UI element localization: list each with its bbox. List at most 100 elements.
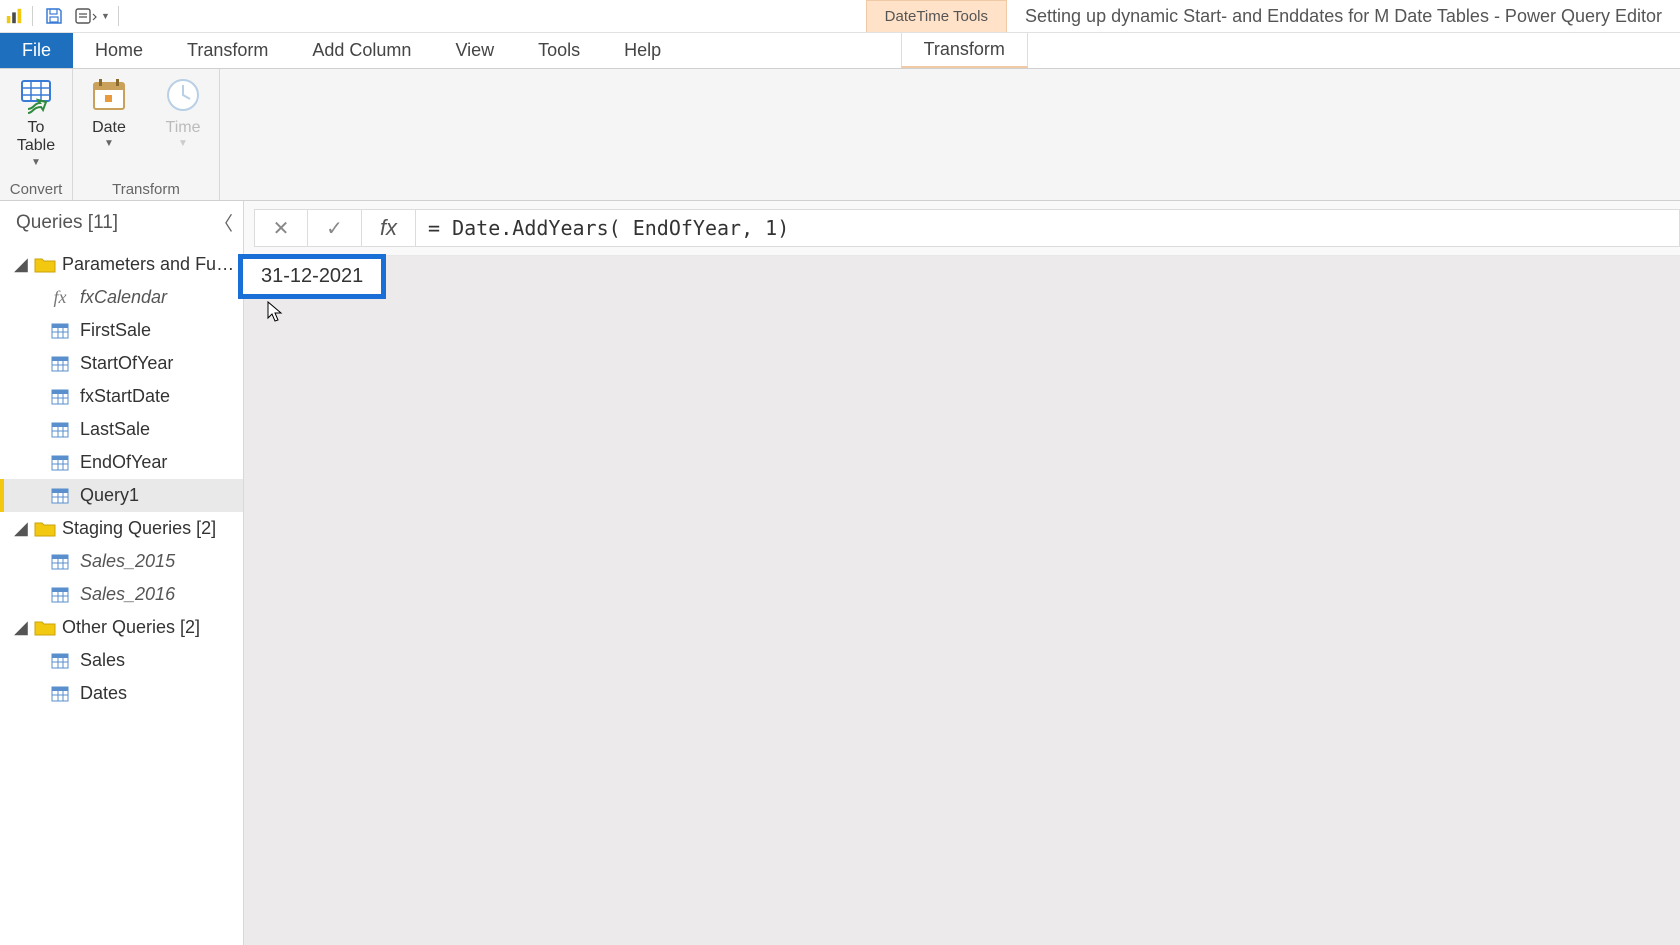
app-icon [4, 6, 24, 26]
chevron-down-icon: ▼ [104, 141, 114, 146]
tab-help[interactable]: Help [602, 33, 683, 68]
tab-file[interactable]: File [0, 33, 73, 68]
table-icon [50, 454, 70, 472]
query-item-sales2016[interactable]: Sales_2016 [0, 578, 243, 611]
to-table-icon [16, 75, 56, 115]
qat-separator [32, 6, 33, 26]
tab-add-column[interactable]: Add Column [290, 33, 433, 68]
folder-parameters[interactable]: ◢ Parameters and Fu… [0, 248, 243, 281]
folder-staging[interactable]: ◢ Staging Queries [2] [0, 512, 243, 545]
query-label: Dates [80, 683, 127, 704]
table-icon [50, 652, 70, 670]
qat-separator-2 [118, 6, 119, 26]
query-item-sales[interactable]: Sales [0, 644, 243, 677]
mouse-cursor-icon [266, 300, 286, 330]
query-item-dates[interactable]: Dates [0, 677, 243, 710]
query-item-endofyear[interactable]: EndOfYear [0, 446, 243, 479]
folder-label: Parameters and Fu… [62, 254, 234, 275]
main-area: Queries [11] 〈 ◢ Parameters and Fu… fx f… [0, 201, 1680, 945]
function-icon: fx [50, 289, 70, 307]
title-bar: ▼ DateTime Tools Setting up dynamic Star… [0, 0, 1680, 33]
date-button[interactable]: Date ▼ [81, 73, 137, 148]
ribbon-tabs: File Home Transform Add Column View Tool… [0, 33, 1680, 69]
time-button[interactable]: Time ▼ [155, 73, 211, 148]
tab-tools[interactable]: Tools [516, 33, 602, 68]
table-icon [50, 322, 70, 340]
fx-icon: fx [380, 215, 397, 241]
query-label: Sales [80, 650, 125, 671]
to-table-button[interactable]: To Table ▼ [8, 73, 64, 167]
formula-bar: ✕ ✓ fx = Date.AddYears( EndOfYear, 1) [244, 201, 1680, 256]
queries-title: Queries [11] [16, 212, 118, 234]
check-icon: ✓ [326, 216, 343, 241]
tab-home[interactable]: Home [73, 33, 165, 68]
chevron-down-icon: ▼ [31, 160, 41, 165]
queries-panel: Queries [11] 〈 ◢ Parameters and Fu… fx f… [0, 201, 244, 945]
contextual-tool-label: DateTime Tools [866, 0, 1007, 32]
preview-area: 31-12-2021 [244, 256, 1680, 945]
formula-input[interactable]: = Date.AddYears( EndOfYear, 1) [416, 209, 1680, 247]
folder-icon [34, 256, 56, 274]
calendar-icon [89, 75, 129, 115]
ribbon-group-transform: Date ▼ Time ▼ Transform [73, 69, 220, 200]
clock-icon [163, 75, 203, 115]
tab-view[interactable]: View [433, 33, 516, 68]
folder-label: Other Queries [2] [62, 617, 200, 638]
query-item-fxstartdate[interactable]: fxStartDate [0, 380, 243, 413]
query-item-query1[interactable]: Query1 [0, 479, 243, 512]
save-icon[interactable] [41, 3, 67, 29]
collapse-icon: ◢ [14, 518, 28, 539]
table-icon [50, 487, 70, 505]
query-item-firstsale[interactable]: FirstSale [0, 314, 243, 347]
query-label: EndOfYear [80, 452, 167, 473]
time-label: Time [166, 119, 201, 137]
query-item-lastsale[interactable]: LastSale [0, 413, 243, 446]
quick-access-toolbar: ▼ [0, 0, 125, 32]
query-label: Query1 [80, 485, 139, 506]
table-icon [50, 586, 70, 604]
folder-other[interactable]: ◢ Other Queries [2] [0, 611, 243, 644]
cancel-formula-button[interactable]: ✕ [254, 209, 308, 247]
folder-icon [34, 520, 56, 538]
result-value[interactable]: 31-12-2021 [238, 254, 386, 299]
qat-dropdown-caret[interactable]: ▼ [101, 11, 110, 21]
chevron-down-icon: ▼ [178, 141, 188, 146]
document-title: Setting up dynamic Start- and Enddates f… [1007, 0, 1680, 32]
close-icon: ✕ [273, 216, 290, 241]
date-label: Date [92, 119, 126, 137]
ribbon: To Table ▼ Convert Date ▼ [0, 69, 1680, 201]
accept-formula-button[interactable]: ✓ [308, 209, 362, 247]
content-area: ✕ ✓ fx = Date.AddYears( EndOfYear, 1) 31… [244, 201, 1680, 945]
queries-panel-header: Queries [11] 〈 [0, 201, 243, 248]
ribbon-group-label: Transform [81, 179, 211, 198]
contextual-tab-strip: DateTime Tools Setting up dynamic Start-… [866, 0, 1680, 32]
queries-tree: ◢ Parameters and Fu… fx fxCalendar First… [0, 248, 243, 710]
query-label: LastSale [80, 419, 150, 440]
query-label: Sales_2016 [80, 584, 175, 605]
query-label: FirstSale [80, 320, 151, 341]
collapse-panel-icon[interactable]: 〈 [214, 209, 233, 236]
collapse-icon: ◢ [14, 254, 28, 275]
query-item-startofyear[interactable]: StartOfYear [0, 347, 243, 380]
query-item-fxcalendar[interactable]: fx fxCalendar [0, 281, 243, 314]
to-table-label: To Table [17, 119, 55, 156]
query-item-sales2015[interactable]: Sales_2015 [0, 545, 243, 578]
folder-label: Staging Queries [2] [62, 518, 216, 539]
undo-dropdown-icon[interactable] [73, 3, 99, 29]
table-icon [50, 685, 70, 703]
folder-icon [34, 619, 56, 637]
query-label: StartOfYear [80, 353, 173, 374]
query-label: fxStartDate [80, 386, 170, 407]
fx-button[interactable]: fx [362, 209, 416, 247]
tab-transform[interactable]: Transform [165, 33, 290, 68]
ribbon-group-convert: To Table ▼ Convert [0, 69, 73, 200]
collapse-icon: ◢ [14, 617, 28, 638]
table-icon [50, 421, 70, 439]
tab-contextual-transform[interactable]: Transform [901, 33, 1028, 68]
query-label: Sales_2015 [80, 551, 175, 572]
table-icon [50, 388, 70, 406]
ribbon-group-label: Convert [8, 179, 64, 198]
table-icon [50, 355, 70, 373]
table-icon [50, 553, 70, 571]
query-label: fxCalendar [80, 287, 167, 308]
